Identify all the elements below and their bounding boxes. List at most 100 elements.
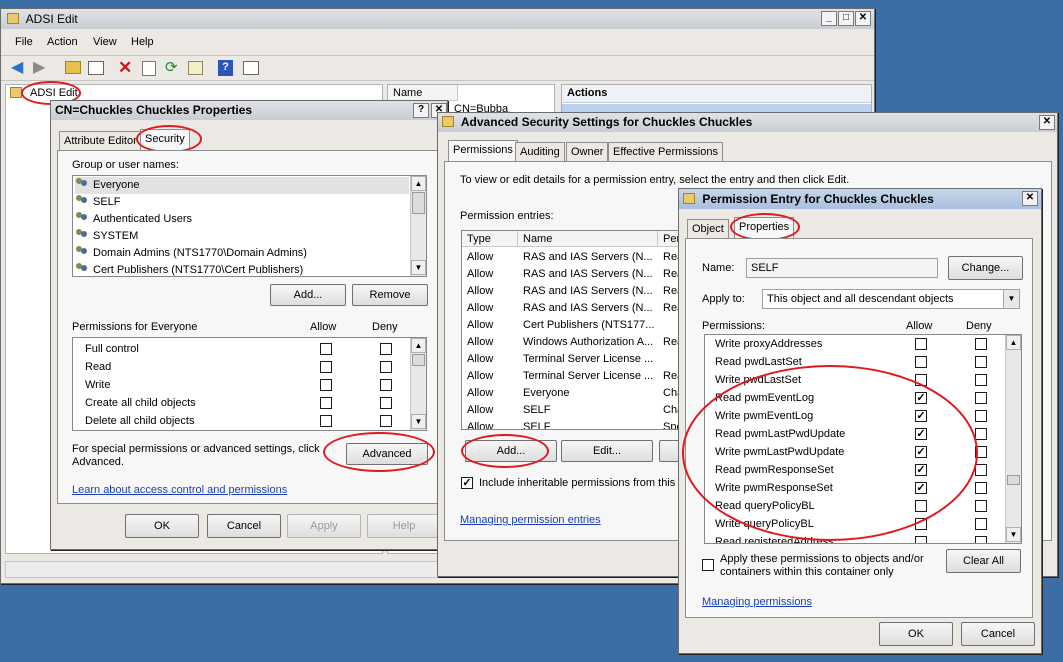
actions-selected-bar[interactable] xyxy=(562,104,871,112)
permission-entry-row[interactable]: Allow RAS and IAS Servers (N... Rea xyxy=(462,300,690,317)
tab-permissions[interactable]: Permissions xyxy=(448,140,518,162)
properties-titlebar[interactable]: CN=Chuckles Chuckles Properties xyxy=(51,101,447,120)
allow-checkbox[interactable] xyxy=(320,379,332,391)
entry-cancel-button[interactable]: Cancel xyxy=(961,622,1035,646)
deny-checkbox[interactable] xyxy=(975,482,987,494)
scroll-up-arrow-icon[interactable]: ▲ xyxy=(1006,335,1021,350)
export-list-icon[interactable] xyxy=(188,61,203,75)
scroll-thumb[interactable] xyxy=(1007,475,1020,485)
include-inheritable-checkbox[interactable]: ✓ xyxy=(461,477,473,489)
deny-checkbox[interactable] xyxy=(975,446,987,458)
entry-permissions-scrollbar[interactable]: ▲ ▼ xyxy=(1005,335,1021,543)
deny-checkbox[interactable] xyxy=(975,410,987,422)
tab-attribute-editor[interactable]: Attribute Editor xyxy=(59,131,142,151)
apply-to-dropdown[interactable]: This object and all descendant objects ▼ xyxy=(762,289,1020,309)
user-item[interactable]: Domain Admins (NTS1770\Domain Admins) xyxy=(75,245,307,262)
tab-owner[interactable]: Owner xyxy=(566,142,609,162)
col-header-type[interactable]: Type xyxy=(462,231,518,247)
allow-checkbox[interactable]: ✓ xyxy=(915,410,927,422)
refresh-icon[interactable]: ⟳ xyxy=(165,60,178,76)
deny-checkbox[interactable] xyxy=(975,500,987,512)
adsi-edit-titlebar[interactable]: ADSI Edit xyxy=(1,9,874,29)
permission-entry-row[interactable]: Allow Everyone Cha xyxy=(462,385,690,402)
show-hide-tree-icon[interactable] xyxy=(88,61,104,75)
view-icon[interactable] xyxy=(243,61,259,75)
permission-entry-row[interactable]: Allow RAS and IAS Servers (N... Rea xyxy=(462,266,690,283)
deny-checkbox[interactable] xyxy=(380,361,392,373)
scroll-down-arrow-icon[interactable]: ▼ xyxy=(411,260,426,275)
deny-checkbox[interactable] xyxy=(380,343,392,355)
deny-checkbox[interactable] xyxy=(380,415,392,427)
up-folder-icon[interactable] xyxy=(65,61,81,74)
menu-view[interactable]: View xyxy=(93,36,117,48)
list-header-name[interactable]: Name xyxy=(388,85,458,101)
deny-checkbox[interactable] xyxy=(975,338,987,350)
cancel-button[interactable]: Cancel xyxy=(207,514,281,538)
allow-checkbox[interactable]: ✓ xyxy=(915,482,927,494)
advanced-button[interactable]: Advanced xyxy=(346,443,428,465)
menu-action[interactable]: Action xyxy=(47,36,78,48)
properties-icon[interactable] xyxy=(142,61,156,76)
ok-button[interactable]: OK xyxy=(125,514,199,538)
deny-checkbox[interactable] xyxy=(975,536,987,543)
allow-checkbox[interactable] xyxy=(915,374,927,386)
permission-entry-row[interactable]: Allow Terminal Server License ... Rea xyxy=(462,368,690,385)
col-header-name[interactable]: Name xyxy=(518,231,658,247)
apply-button[interactable]: Apply xyxy=(287,514,361,538)
help-button[interactable]: Help xyxy=(367,514,441,538)
tab-properties[interactable]: Properties xyxy=(734,217,795,239)
allow-checkbox[interactable] xyxy=(320,397,332,409)
permission-entry-row[interactable]: Allow Terminal Server License ... xyxy=(462,351,690,368)
deny-checkbox[interactable] xyxy=(380,379,392,391)
add-user-button[interactable]: Add... xyxy=(270,284,346,306)
change-button[interactable]: Change... xyxy=(948,256,1023,280)
edit-entry-button[interactable]: Edit... xyxy=(561,440,653,462)
allow-checkbox[interactable] xyxy=(320,361,332,373)
help-icon[interactable]: ? xyxy=(218,60,233,76)
allow-checkbox[interactable] xyxy=(915,356,927,368)
scroll-down-arrow-icon[interactable]: ▼ xyxy=(411,414,426,429)
user-item[interactable]: Everyone xyxy=(75,177,409,194)
clear-all-button[interactable]: Clear All xyxy=(946,549,1021,573)
apply-to-children-checkbox[interactable] xyxy=(702,559,714,571)
tab-object[interactable]: Object xyxy=(687,219,729,239)
scroll-thumb[interactable] xyxy=(412,192,425,214)
managing-permission-entries-link[interactable]: Managing permission entries xyxy=(460,514,601,526)
allow-checkbox[interactable] xyxy=(320,415,332,427)
permission-entry-row[interactable]: Allow SELF Spe xyxy=(462,419,690,429)
forward-icon[interactable]: ▶ xyxy=(33,60,45,76)
user-list-scrollbar[interactable]: ▲ ▼ xyxy=(410,176,426,276)
allow-checkbox[interactable]: ✓ xyxy=(915,446,927,458)
user-item[interactable]: SELF xyxy=(75,194,121,211)
scroll-down-arrow-icon[interactable]: ▼ xyxy=(1006,527,1021,542)
close-button[interactable]: ✕ xyxy=(855,11,871,26)
delete-icon[interactable]: ✕ xyxy=(118,59,132,76)
chevron-down-icon[interactable]: ▼ xyxy=(1003,290,1019,308)
back-icon[interactable]: ◀ xyxy=(11,60,23,76)
minimize-button[interactable]: _ xyxy=(821,11,837,26)
entry-titlebar[interactable]: Permission Entry for Chuckles Chuckles xyxy=(679,189,1041,209)
permission-entry-row[interactable]: Allow SELF Cha xyxy=(462,402,690,419)
tab-effective-permissions[interactable]: Effective Permissions xyxy=(608,142,723,162)
deny-checkbox[interactable] xyxy=(380,397,392,409)
user-item[interactable]: Cert Publishers (NTS1770\Cert Publishers… xyxy=(75,262,303,276)
permission-entry-row[interactable]: Allow Windows Authorization A... Rea xyxy=(462,334,690,351)
allow-checkbox[interactable]: ✓ xyxy=(915,392,927,404)
allow-checkbox[interactable] xyxy=(915,518,927,530)
tab-auditing[interactable]: Auditing xyxy=(515,142,565,162)
user-item[interactable]: SYSTEM xyxy=(75,228,138,245)
tree-root-label[interactable]: ADSI Edit xyxy=(30,87,78,99)
entry-close-button[interactable]: ✕ xyxy=(1022,191,1038,206)
advanced-titlebar[interactable]: Advanced Security Settings for Chuckles … xyxy=(438,113,1057,132)
tab-security[interactable]: Security xyxy=(140,129,190,151)
properties-help-button[interactable]: ? xyxy=(413,103,429,118)
allow-checkbox[interactable]: ✓ xyxy=(915,428,927,440)
allow-checkbox[interactable] xyxy=(915,536,927,543)
menu-file[interactable]: File xyxy=(15,36,33,48)
allow-checkbox[interactable]: ✓ xyxy=(915,464,927,476)
maximize-button[interactable]: □ xyxy=(838,11,854,26)
deny-checkbox[interactable] xyxy=(975,356,987,368)
user-item[interactable]: Authenticated Users xyxy=(75,211,192,228)
remove-user-button[interactable]: Remove xyxy=(352,284,428,306)
deny-checkbox[interactable] xyxy=(975,428,987,440)
